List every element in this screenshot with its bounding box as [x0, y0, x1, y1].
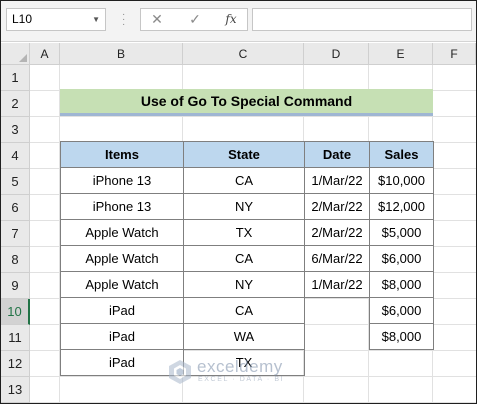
enter-icon[interactable]: ✓	[183, 9, 207, 30]
row-header-6[interactable]: 6	[1, 195, 30, 221]
row-header-3[interactable]: 3	[1, 117, 30, 143]
table-cell-date[interactable]: 2/Mar/22	[304, 193, 370, 220]
table-cell-sales[interactable]: $8,000	[369, 271, 434, 298]
table-cell-sales[interactable]: $8,000	[369, 323, 434, 350]
table-cell-item[interactable]: iPad	[60, 323, 184, 350]
table-cell-sales[interactable]: $6,000	[369, 297, 434, 324]
sheet-title[interactable]: Use of Go To Special Command	[60, 89, 433, 116]
formula-buttons: ✕ ✓ fx	[140, 8, 248, 31]
chevron-down-icon[interactable]: ▼	[92, 9, 100, 30]
table-cell-state[interactable]: NY	[183, 271, 305, 298]
table-cell-date[interactable]: 1/Mar/22	[304, 167, 370, 194]
select-all-icon	[19, 54, 27, 62]
row-header-2[interactable]: 2	[1, 91, 30, 117]
column-header-c[interactable]: C	[183, 43, 304, 65]
watermark-name: exceldemy	[197, 357, 283, 376]
table-cell-date[interactable]: 2/Mar/22	[304, 219, 370, 246]
drag-handle-icon[interactable]: · · ·	[122, 10, 125, 30]
table-header-state[interactable]: State	[183, 141, 305, 168]
cancel-icon[interactable]: ✕	[145, 9, 169, 30]
exceldemy-logo-icon	[169, 360, 191, 384]
gridline	[30, 402, 476, 403]
table-cell-date[interactable]: 6/Mar/22	[304, 245, 370, 272]
table-cell-state[interactable]: WA	[183, 323, 305, 350]
table-cell-item[interactable]: iPad	[60, 349, 184, 376]
column-header-d[interactable]: D	[304, 43, 369, 65]
exceldemy-watermark: exceldemy EXCEL · DATA · BI	[167, 355, 317, 389]
name-box-value: L10	[12, 12, 33, 26]
formula-input[interactable]	[252, 8, 472, 31]
table-cell-item[interactable]: iPad	[60, 297, 184, 324]
table-cell-date[interactable]: 1/Mar/22	[304, 271, 370, 298]
row-header-4[interactable]: 4	[1, 143, 30, 169]
row-header-8[interactable]: 8	[1, 247, 30, 273]
row-header-12[interactable]: 12	[1, 351, 30, 377]
row-header-11[interactable]: 11	[1, 325, 30, 351]
table-cell-state[interactable]: CA	[183, 297, 305, 324]
formula-bar: L10 ▼ · · · ✕ ✓ fx	[1, 1, 476, 42]
table-cell-item[interactable]: Apple Watch	[60, 271, 184, 298]
name-box[interactable]: L10 ▼	[6, 8, 106, 31]
table-header-items[interactable]: Items	[60, 141, 184, 168]
row-header-5[interactable]: 5	[1, 169, 30, 195]
row-header-1[interactable]: 1	[1, 65, 30, 91]
table-cell-item[interactable]: iPhone 13	[60, 167, 184, 194]
gridline	[30, 116, 476, 117]
column-header-b[interactable]: B	[60, 43, 183, 65]
table-cell-state[interactable]: NY	[183, 193, 305, 220]
select-all-corner[interactable]	[1, 43, 30, 65]
insert-function-icon[interactable]: fx	[219, 9, 243, 30]
row-header-13[interactable]: 13	[1, 377, 30, 403]
table-header-date[interactable]: Date	[304, 141, 370, 168]
table-cell-sales[interactable]: $5,000	[369, 219, 434, 246]
row-header-7[interactable]: 7	[1, 221, 30, 247]
table-cell-sales[interactable]: $12,000	[369, 193, 434, 220]
row-header-10[interactable]: 10	[1, 299, 30, 325]
column-header-a[interactable]: A	[30, 43, 60, 65]
table-cell-item[interactable]: Apple Watch	[60, 245, 184, 272]
table-cell-item[interactable]: iPhone 13	[60, 193, 184, 220]
table-cell-sales[interactable]: $10,000	[369, 167, 434, 194]
table-cell-item[interactable]: Apple Watch	[60, 219, 184, 246]
table-cell-state[interactable]: CA	[183, 167, 305, 194]
table-cell-sales[interactable]: $6,000	[369, 245, 434, 272]
row-header-9[interactable]: 9	[1, 273, 30, 299]
table-header-sales[interactable]: Sales	[369, 141, 434, 168]
watermark-tagline: EXCEL · DATA · BI	[198, 376, 285, 383]
column-header-f[interactable]: F	[433, 43, 476, 65]
table-cell-state[interactable]: CA	[183, 245, 305, 272]
column-header-e[interactable]: E	[369, 43, 433, 65]
table-cell-state[interactable]: TX	[183, 219, 305, 246]
spreadsheet-window: L10 ▼ · · · ✕ ✓ fx A B C D E F 1 2 3 4 5 6…	[0, 0, 477, 404]
